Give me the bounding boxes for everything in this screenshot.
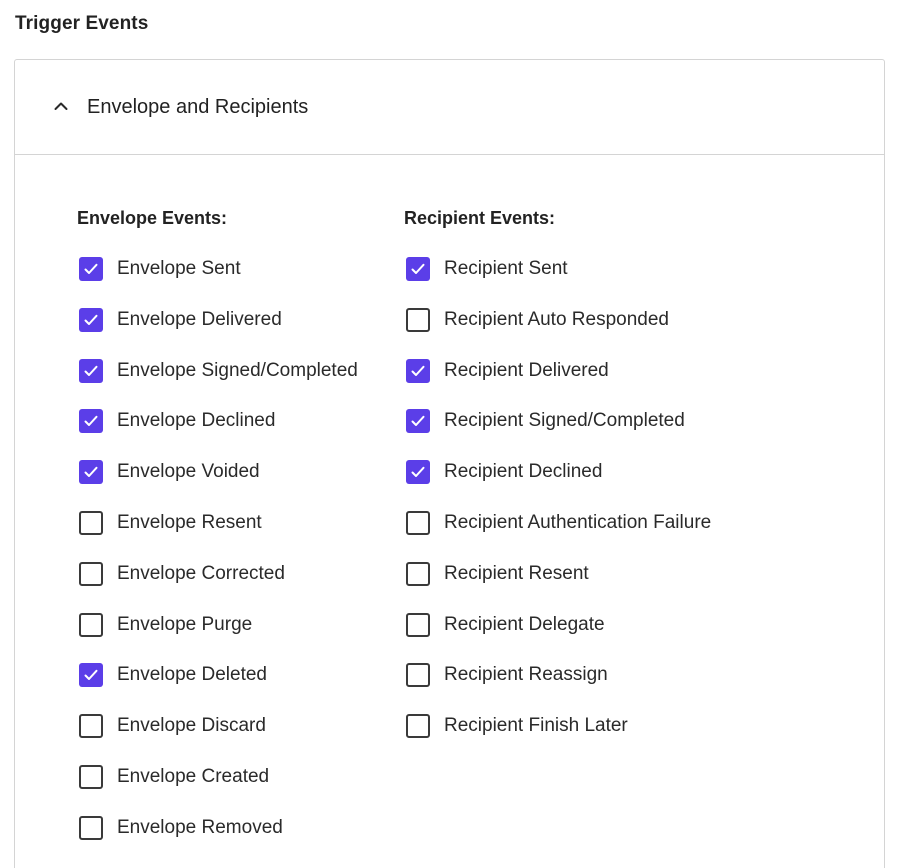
checkbox-recipient-reassign[interactable] <box>406 663 430 688</box>
checkbox-item-recipient-reassign[interactable]: Recipient Reassign <box>404 663 608 714</box>
checkmark-icon <box>411 416 425 427</box>
checkbox-label: Recipient Reassign <box>444 664 608 686</box>
checkbox-item-recipient-declined[interactable]: Recipient Declined <box>404 460 602 511</box>
envelope-events-heading: Envelope Events: <box>77 208 228 228</box>
checkbox-item-recipient-sent[interactable]: Recipient Sent <box>404 257 568 308</box>
checkbox-label: Recipient Sent <box>444 258 568 279</box>
chevron-up-icon <box>54 102 68 110</box>
checkmark-icon <box>84 314 98 325</box>
checkbox-label: Envelope Resent <box>117 511 262 533</box>
checkbox-item-envelope-discard[interactable]: Envelope Discard <box>77 714 266 765</box>
accordion-header[interactable]: Envelope and Recipients <box>15 60 884 155</box>
checkbox-recipient-signed-completed[interactable] <box>406 409 430 434</box>
checkmark-icon <box>84 416 98 427</box>
recipient-events-column: Recipient Events: Recipient Sent Recipien… <box>404 206 711 765</box>
accordion-label: Envelope and Recipients <box>87 96 309 118</box>
checkbox-item-envelope-delivered[interactable]: Envelope Delivered <box>77 307 282 359</box>
checkbox-label: Recipient Finish Later <box>444 715 628 737</box>
recipient-events-heading: Recipient Events: <box>404 208 556 228</box>
trigger-events-page: Trigger Events Envelope and Recipients E… <box>0 0 900 868</box>
checkbox-label: Envelope Removed <box>117 816 283 838</box>
checkbox-label: Recipient Resent <box>444 562 589 584</box>
checkbox-envelope-deleted[interactable] <box>79 663 103 688</box>
accordion-panel: Envelope and Recipients Envelope Events:… <box>14 59 885 868</box>
checkbox-envelope-discard[interactable] <box>79 714 103 739</box>
checkbox-label: Recipient Declined <box>444 461 603 483</box>
checkbox-item-recipient-resent[interactable]: Recipient Resent <box>404 561 589 613</box>
checkbox-recipient-authentication-failure[interactable] <box>406 510 430 535</box>
checkbox-envelope-declined[interactable] <box>79 409 103 434</box>
checkbox-item-envelope-signed-completed[interactable]: Envelope Signed/Completed <box>77 358 358 410</box>
checkmark-icon <box>411 466 425 478</box>
checkmark-icon <box>411 365 425 376</box>
checkbox-label: Recipient Delivered <box>444 359 609 381</box>
checkbox-label: Envelope Discard <box>117 715 266 737</box>
checkbox-envelope-created[interactable] <box>79 764 103 789</box>
checkmark-icon <box>411 263 425 274</box>
checkbox-label: Envelope Deleted <box>117 664 267 686</box>
checkbox-envelope-resent[interactable] <box>79 510 103 535</box>
checkbox-item-envelope-voided[interactable]: Envelope Voided <box>77 460 260 511</box>
checkbox-label: Recipient Delegate <box>444 613 605 635</box>
checkbox-item-envelope-removed[interactable]: Envelope Removed <box>77 815 283 867</box>
checkbox-item-envelope-resent[interactable]: Envelope Resent <box>77 510 262 562</box>
checkbox-recipient-delegate[interactable] <box>406 612 430 637</box>
checkbox-item-recipient-signed-completed[interactable]: Recipient Signed/Completed <box>404 409 685 460</box>
recipient-events-list: Recipient Sent Recipient Auto Responded Re… <box>404 257 711 765</box>
checkbox-envelope-delivered[interactable] <box>79 307 103 332</box>
checkbox-item-recipient-delegate[interactable]: Recipient Delegate <box>404 612 605 664</box>
section-title: Trigger Events <box>15 13 149 34</box>
checkbox-envelope-corrected[interactable] <box>79 561 103 586</box>
checkbox-label: Envelope Created <box>117 765 270 787</box>
envelope-events-list: Envelope Sent Envelope Delivered Envelope … <box>77 257 358 867</box>
checkbox-envelope-signed-completed[interactable] <box>79 358 103 383</box>
envelope-events-column: Envelope Events: Envelope Sent Envelope D… <box>77 206 358 867</box>
checkbox-item-envelope-purge[interactable]: Envelope Purge <box>77 612 252 664</box>
checkbox-label: Recipient Auto Responded <box>444 308 669 330</box>
checkbox-recipient-auto-responded[interactable] <box>406 307 430 332</box>
checkmark-icon <box>84 670 98 681</box>
checkbox-label: Envelope Declined <box>117 410 276 432</box>
checkbox-envelope-removed[interactable] <box>79 815 103 840</box>
checkbox-envelope-voided[interactable] <box>79 460 103 485</box>
checkbox-recipient-declined[interactable] <box>406 460 430 485</box>
checkbox-item-envelope-declined[interactable]: Envelope Declined <box>77 409 275 460</box>
checkbox-label: Recipient Authentication Failure <box>444 511 712 533</box>
checkbox-item-envelope-deleted[interactable]: Envelope Deleted <box>77 663 267 714</box>
checkbox-label: Envelope Purge <box>117 613 253 635</box>
checkbox-item-envelope-sent[interactable]: Envelope Sent <box>77 257 241 308</box>
checkbox-item-envelope-corrected[interactable]: Envelope Corrected <box>77 561 285 613</box>
checkbox-label: Envelope Corrected <box>117 562 285 584</box>
checkbox-item-recipient-finish-later[interactable]: Recipient Finish Later <box>404 714 628 765</box>
checkbox-item-envelope-created[interactable]: Envelope Created <box>77 764 269 816</box>
checkmark-icon <box>84 263 98 274</box>
checkbox-label: Envelope Voided <box>117 461 260 483</box>
checkbox-recipient-delivered[interactable] <box>406 358 430 383</box>
checkbox-label: Envelope Signed/Completed <box>117 359 358 381</box>
checkbox-item-recipient-delivered[interactable]: Recipient Delivered <box>404 358 609 410</box>
checkbox-recipient-finish-later[interactable] <box>406 714 430 739</box>
checkbox-envelope-purge[interactable] <box>79 612 103 637</box>
checkbox-label: Recipient Signed/Completed <box>444 410 685 432</box>
checkbox-item-recipient-authentication-failure[interactable]: Recipient Authentication Failure <box>404 510 711 562</box>
checkbox-item-recipient-auto-responded[interactable]: Recipient Auto Responded <box>404 307 669 359</box>
checkbox-label: Envelope Sent <box>117 258 241 279</box>
checkbox-label: Envelope Delivered <box>117 308 282 330</box>
checkbox-recipient-resent[interactable] <box>406 561 430 586</box>
checkmark-icon <box>84 365 98 376</box>
checkmark-icon <box>84 466 98 478</box>
checkbox-recipient-sent[interactable] <box>406 257 430 281</box>
checkbox-envelope-sent[interactable] <box>79 257 103 281</box>
